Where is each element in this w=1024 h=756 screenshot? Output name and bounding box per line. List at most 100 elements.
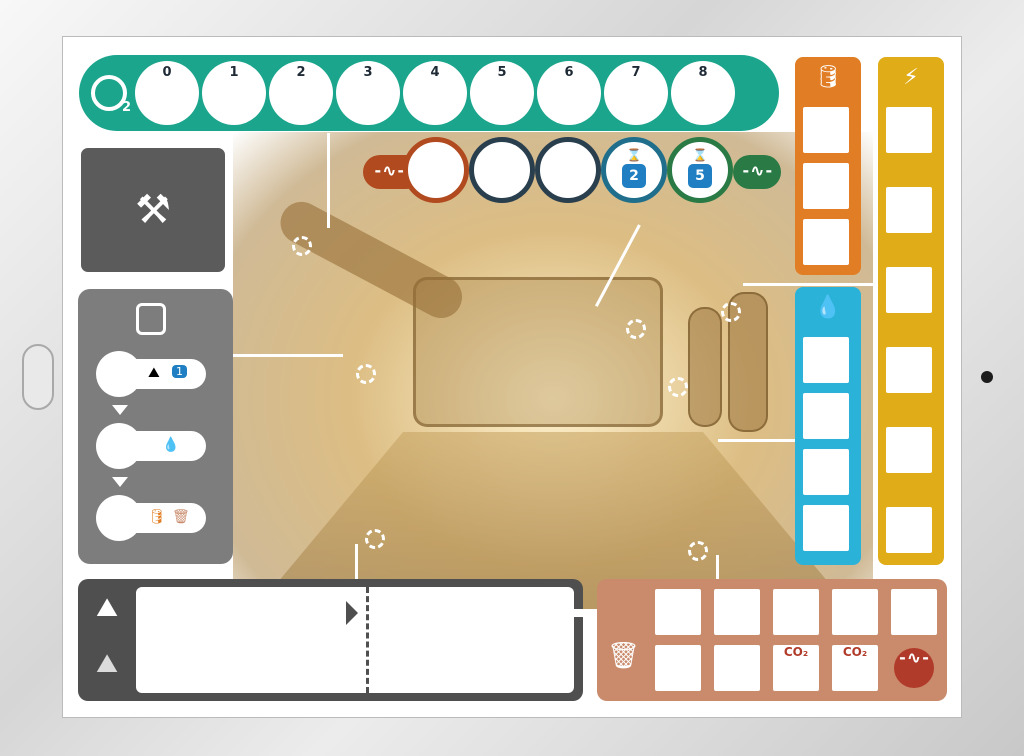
process-row-water[interactable]: 💧 <box>96 423 206 469</box>
oxygen-track: 2 0 1 2 3 4 5 6 7 8 <box>79 55 779 131</box>
oxygen-slot-8[interactable]: 8 <box>671 61 735 125</box>
rock-icon: ⛰ <box>148 365 160 381</box>
process-slot[interactable] <box>96 351 142 397</box>
oxygen-slot-label: 7 <box>631 65 641 80</box>
oxygen-slot-4[interactable]: 4 <box>403 61 467 125</box>
energy-box[interactable] <box>886 427 932 473</box>
co2-box[interactable]: CO₂ <box>832 645 878 691</box>
oxygen-slot-label: 0 <box>162 65 172 80</box>
energy-box[interactable] <box>886 107 932 153</box>
health-slot-5[interactable]: ⌛ 5 <box>667 137 733 203</box>
oxygen-slot-2[interactable]: 2 <box>269 61 333 125</box>
gas-box[interactable] <box>803 219 849 265</box>
leader-line <box>233 354 343 357</box>
process-row-gas[interactable]: 🛢 🗑 <box>96 495 206 541</box>
processing-panel: ⛰ 1 💧 🛢 🗑 <box>78 289 233 564</box>
gas-column: 🛢 <box>795 57 861 275</box>
trash-icon: 🗑 <box>607 641 641 671</box>
gas-canister-icon: 🛢 <box>148 509 166 525</box>
gear-badge-icon: 1 <box>172 365 187 378</box>
output-box[interactable] <box>832 589 878 635</box>
oxygen-slot-6[interactable]: 6 <box>537 61 601 125</box>
output-box[interactable] <box>891 589 937 635</box>
minerals-panel: ⛰ ⛰ <box>78 579 583 701</box>
hourglass-icon: ⌛ <box>692 148 708 162</box>
rock-pile-icon: ⛰ <box>96 593 118 623</box>
hotspot-power-panel[interactable] <box>721 302 741 322</box>
leader-line <box>716 555 719 580</box>
health-track: -∿- -∿- ⌛ 2 ⌛ 5 <box>353 137 783 207</box>
health-slot-4[interactable]: ⌛ 2 <box>601 137 667 203</box>
output-box[interactable] <box>714 589 760 635</box>
gas-box[interactable] <box>803 163 849 209</box>
divider <box>366 587 369 693</box>
o2-subscript: 2 <box>121 100 131 115</box>
energy-box[interactable] <box>886 267 932 313</box>
hotspot-terminal[interactable] <box>356 364 376 384</box>
oxygen-slot-label: 2 <box>296 65 306 80</box>
oxygen-slot-label: 4 <box>430 65 440 80</box>
hotspot-tank-left[interactable] <box>626 319 646 339</box>
tank-left <box>688 307 722 427</box>
water-box[interactable] <box>803 449 849 495</box>
process-slot[interactable] <box>96 423 142 469</box>
water-box[interactable] <box>803 337 849 383</box>
energy-box[interactable] <box>886 347 932 393</box>
water-column: 💧 <box>795 287 861 565</box>
oxygen-slot-label: 6 <box>564 65 574 80</box>
energy-column: ⚡ <box>878 57 944 565</box>
gas-canister-icon: 🛢 <box>814 65 842 90</box>
oxygen-slot-3[interactable]: 3 <box>336 61 400 125</box>
leader-line <box>718 439 796 442</box>
energy-bolt-icon: ⚡ <box>903 65 919 90</box>
leader-line <box>327 133 330 228</box>
oxygen-slot-0[interactable]: 0 <box>135 61 199 125</box>
process-slot[interactable] <box>96 495 142 541</box>
hotspot-tank-right[interactable] <box>668 377 688 397</box>
leader-line <box>743 283 878 286</box>
home-button[interactable] <box>22 344 54 410</box>
play-arrow-icon <box>346 601 358 625</box>
oxygen-slot-label: 1 <box>229 65 239 80</box>
game-board: 2 0 1 2 3 4 5 6 7 8 -∿- -∿- ⌛ 2 ⌛ 5 ⚒ ⛰ … <box>62 36 962 718</box>
water-box[interactable] <box>803 505 849 551</box>
health-slot-3[interactable] <box>535 137 601 203</box>
energy-box[interactable] <box>886 507 932 553</box>
hourglass-icon: ⌛ <box>626 148 642 162</box>
down-arrow-icon <box>112 477 128 487</box>
health-slot-2[interactable] <box>469 137 535 203</box>
water-drop-icon: 💧 <box>162 437 180 453</box>
camera-dot <box>981 371 993 383</box>
hotspot-pipe[interactable] <box>292 236 312 256</box>
oxygen-slot-1[interactable]: 1 <box>202 61 266 125</box>
tools-panel[interactable]: ⚒ <box>78 145 228 275</box>
health-slot-1[interactable] <box>403 137 469 203</box>
oxygen-slot-label: 5 <box>497 65 507 80</box>
trash-icon: 🗑 <box>172 509 190 525</box>
oxygen-slot-5[interactable]: 5 <box>470 61 534 125</box>
oxygen-slot-label: 3 <box>363 65 373 80</box>
oxygen-slot-7[interactable]: 7 <box>604 61 668 125</box>
machine-icon <box>136 303 166 335</box>
leader-line <box>355 544 358 580</box>
co2-box[interactable]: CO₂ <box>773 645 819 691</box>
output-box[interactable] <box>655 589 701 635</box>
water-drops-icon: 💧 <box>814 295 842 320</box>
hotspot-conveyor[interactable] <box>365 529 385 549</box>
minerals-drop-area[interactable] <box>136 587 574 693</box>
pulse-icon-left: -∿- <box>373 161 406 180</box>
process-row-minerals[interactable]: ⛰ 1 <box>96 351 206 397</box>
output-box[interactable] <box>773 589 819 635</box>
energy-box[interactable] <box>886 187 932 233</box>
output-box[interactable] <box>655 645 701 691</box>
hotspot-rocks[interactable] <box>688 541 708 561</box>
pulse-icon-right: -∿- <box>741 161 774 180</box>
output-box[interactable] <box>714 645 760 691</box>
timer-badge: 5 <box>688 164 712 188</box>
gas-box[interactable] <box>803 107 849 153</box>
o2-icon: 2 <box>91 75 131 115</box>
water-box[interactable] <box>803 393 849 439</box>
vital-sign-icon: -∿- <box>894 648 934 688</box>
waste-output-panel: 🗑 CO₂ CO₂ -∿- <box>597 579 947 701</box>
rock-pile-icon: ⛰ <box>96 649 118 679</box>
